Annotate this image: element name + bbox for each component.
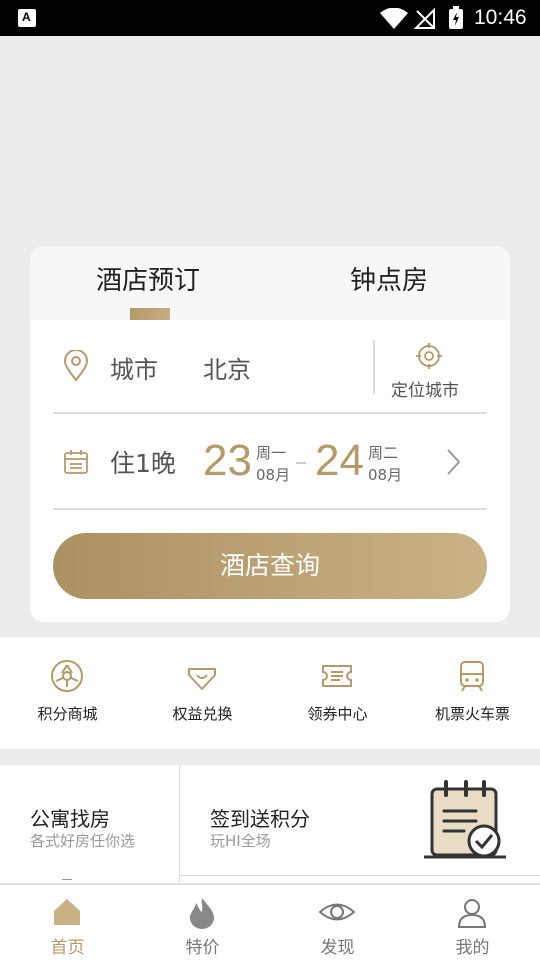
checkin-clipboard-icon bbox=[424, 780, 506, 859]
status-bar: A 10:46 bbox=[0, 0, 540, 36]
promo-subtitle: 各式好房任你选 bbox=[30, 832, 136, 850]
app-notification-icon: A bbox=[18, 9, 36, 27]
city-label: 城市 bbox=[110, 356, 158, 384]
tab-hourly-room[interactable]: 钟点房 bbox=[350, 260, 428, 297]
nav-discover[interactable]: 发现 bbox=[270, 885, 405, 960]
promo-section: 公寓找房 各式好房任你选 签到送积分 玩HI全场 bbox=[0, 765, 540, 883]
quick-link-label: 机票火车票 bbox=[434, 705, 510, 723]
clock: 10:46 bbox=[474, 6, 527, 29]
tab-hotel-booking[interactable]: 酒店预订 bbox=[96, 260, 200, 297]
nav-home[interactable]: 首页 bbox=[0, 885, 135, 960]
calendar-icon bbox=[64, 450, 88, 474]
booking-tabs: 酒店预订 钟点房 bbox=[30, 246, 510, 320]
divider bbox=[180, 875, 540, 876]
nav-label: 首页 bbox=[50, 938, 85, 958]
bottom-navigation: 首页 特价 发现 我的 bbox=[0, 884, 540, 960]
nav-label: 特价 bbox=[185, 938, 220, 958]
nav-profile[interactable]: 我的 bbox=[405, 885, 540, 960]
signal-icon bbox=[414, 8, 435, 29]
checkin-weekday: 周一 bbox=[256, 444, 287, 462]
date-selector[interactable]: 住1晚 23 周一 08月 24 周二 08月 bbox=[53, 414, 487, 510]
checkin-day: 23 bbox=[203, 436, 252, 485]
location-pin-icon bbox=[63, 350, 89, 382]
promo-title: 签到送积分 bbox=[210, 807, 310, 831]
quick-link-label: 积分商城 bbox=[37, 705, 98, 723]
quick-link-coupon-center[interactable]: 领券中心 bbox=[270, 637, 405, 749]
checkout-weekday: 周二 bbox=[368, 444, 399, 462]
city-selector[interactable]: 城市 北京 定位城市 bbox=[53, 338, 487, 414]
hotel-search-button[interactable]: 酒店查询 bbox=[53, 533, 487, 599]
promo-apartment[interactable]: 公寓找房 各式好房任你选 bbox=[0, 765, 180, 883]
checkin-month: 08月 bbox=[256, 466, 291, 484]
active-tab-indicator bbox=[130, 308, 170, 320]
benefit-exchange-icon bbox=[188, 668, 216, 690]
nights-count: 住1晚 bbox=[110, 449, 176, 478]
promo-title: 公寓找房 bbox=[30, 807, 110, 831]
promo-subtitle: 玩HI全场 bbox=[210, 832, 271, 850]
crosshair-icon bbox=[416, 343, 442, 369]
points-mall-icon bbox=[51, 660, 83, 692]
battery-icon bbox=[449, 6, 463, 29]
train-ticket-icon bbox=[460, 661, 484, 692]
flame-icon bbox=[190, 898, 214, 929]
quick-link-benefit-exchange[interactable]: 权益兑换 bbox=[135, 637, 270, 749]
locate-city-label: 定位城市 bbox=[391, 381, 459, 401]
city-value[interactable]: 北京 bbox=[203, 350, 251, 385]
date-separator bbox=[296, 462, 306, 464]
nav-label: 发现 bbox=[320, 938, 355, 958]
chevron-right-icon bbox=[447, 449, 461, 475]
quick-link-points-mall[interactable]: 积分商城 bbox=[0, 637, 135, 749]
coupon-center-icon bbox=[322, 665, 352, 687]
nav-deals[interactable]: 特价 bbox=[135, 885, 270, 960]
hotel-booking-card: 酒店预订 钟点房 城市 北京 定位城市 住1晚 23 周一 08月 24 周二 … bbox=[30, 246, 510, 622]
checkout-day: 24 bbox=[315, 436, 364, 485]
home-icon bbox=[54, 899, 80, 925]
wifi-icon bbox=[380, 8, 408, 29]
eye-icon bbox=[319, 903, 355, 921]
nav-label: 我的 bbox=[455, 938, 490, 958]
divider bbox=[62, 879, 72, 883]
quick-link-tickets[interactable]: 机票火车票 bbox=[405, 637, 540, 749]
checkout-month: 08月 bbox=[368, 466, 403, 484]
locate-city-button[interactable]: 定位城市 bbox=[389, 340, 487, 402]
quick-links: 积分商城 权益兑换 领券中心 机票火车票 bbox=[0, 637, 540, 749]
divider bbox=[373, 340, 375, 394]
quick-link-label: 权益兑换 bbox=[172, 705, 233, 723]
user-icon bbox=[457, 899, 487, 928]
quick-link-label: 领券中心 bbox=[307, 705, 368, 723]
